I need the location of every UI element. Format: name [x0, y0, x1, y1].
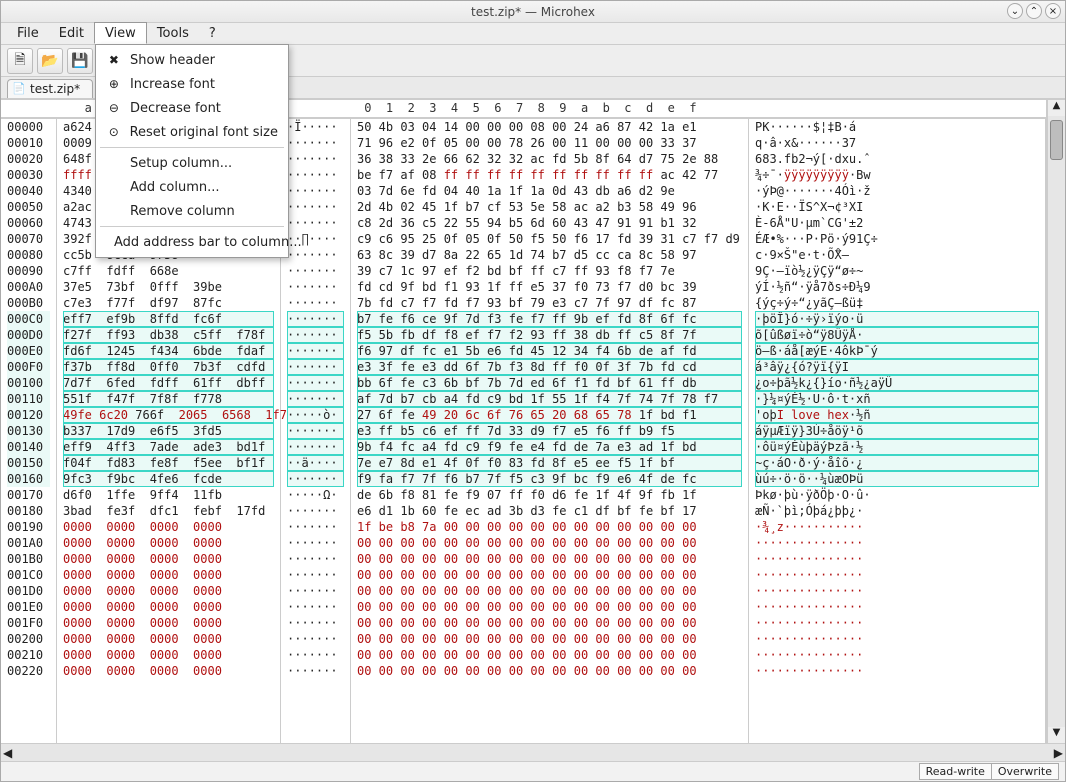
- scroll-left-button[interactable]: ◀: [3, 746, 12, 760]
- offset-header: [1, 100, 57, 118]
- menu-view-label: View: [105, 26, 136, 41]
- menubar: File Edit View ✖ Show header ⊕ Increase …: [1, 23, 1065, 45]
- zoom-out-icon: ⊖: [106, 100, 122, 116]
- menu-view[interactable]: View ✖ Show header ⊕ Increase font ⊖ Dec…: [94, 22, 147, 44]
- menu-file[interactable]: File: [7, 23, 49, 44]
- vertical-scrollbar[interactable]: ▲ ▼: [1047, 100, 1065, 743]
- view-add-column[interactable]: Add column...: [96, 175, 288, 199]
- view-reset-font[interactable]: ⊙ Reset original font size: [96, 120, 288, 144]
- scroll-up-button[interactable]: ▲: [1048, 100, 1065, 116]
- tab-document[interactable]: test.zip*: [7, 79, 93, 98]
- scroll-right-button[interactable]: ▶: [1054, 746, 1063, 760]
- menu-edit[interactable]: Edit: [49, 23, 94, 44]
- zoom-in-icon: ⊕: [106, 76, 122, 92]
- statusbar: Read-write Overwrite: [1, 761, 1065, 781]
- ascii-column: PK······$¦‡B·áq·â·x&······37683.fb2¬ý[·d…: [749, 119, 1046, 743]
- scroll-thumb[interactable]: [1050, 120, 1063, 160]
- view-add-address-bar[interactable]: Add address bar to column...: [96, 230, 288, 254]
- save-icon: 💾: [71, 53, 88, 69]
- status-mode-overwrite: Overwrite: [991, 763, 1059, 780]
- view-dropdown: ✖ Show header ⊕ Increase font ⊖ Decrease…: [95, 44, 289, 258]
- zoom-reset-icon: ⊙: [106, 124, 122, 140]
- menu-tools[interactable]: Tools: [147, 23, 199, 44]
- folder-open-icon: 📂: [41, 53, 58, 69]
- view-remove-column[interactable]: Remove column: [96, 199, 288, 223]
- separator: [100, 147, 284, 148]
- document-new-icon: 🗎: [14, 49, 25, 73]
- status-mode-rw: Read-write: [919, 763, 992, 780]
- dots-column: ·Ï······································…: [281, 119, 351, 743]
- close-button[interactable]: ×: [1045, 3, 1061, 19]
- close-x-icon: ✖: [106, 52, 122, 68]
- menu-help[interactable]: ?: [199, 23, 226, 44]
- separator: [100, 226, 284, 227]
- view-increase-font[interactable]: ⊕ Increase font: [96, 72, 288, 96]
- view-setup-column[interactable]: Setup column...: [96, 151, 288, 175]
- dots-header: [281, 100, 351, 118]
- titlebar: test.zip* — Microhex ⌄ ⌃ ×: [1, 1, 1065, 23]
- offset-column: 0000000010000200003000040000500006000070…: [1, 119, 57, 743]
- maximize-button[interactable]: ⌃: [1026, 3, 1042, 19]
- ascii-header: [749, 100, 1046, 118]
- save-button[interactable]: 💾: [67, 48, 93, 74]
- new-button[interactable]: 🗎: [7, 48, 33, 74]
- horizontal-scrollbar[interactable]: ◀ ▶: [1, 743, 1065, 761]
- hex-column-right[interactable]: 50 4b 03 04 14 00 00 00 08 00 24 a6 87 4…: [351, 119, 749, 743]
- view-decrease-font[interactable]: ⊖ Decrease font: [96, 96, 288, 120]
- scroll-down-button[interactable]: ▼: [1048, 727, 1065, 743]
- view-show-header[interactable]: ✖ Show header: [96, 48, 288, 72]
- window-title: test.zip* — Microhex: [1, 5, 1065, 19]
- hex-header-right: 0 1 2 3 4 5 6 7 8 9 a b c d e f: [351, 100, 749, 118]
- open-button[interactable]: 📂: [37, 48, 63, 74]
- minimize-button[interactable]: ⌄: [1007, 3, 1023, 19]
